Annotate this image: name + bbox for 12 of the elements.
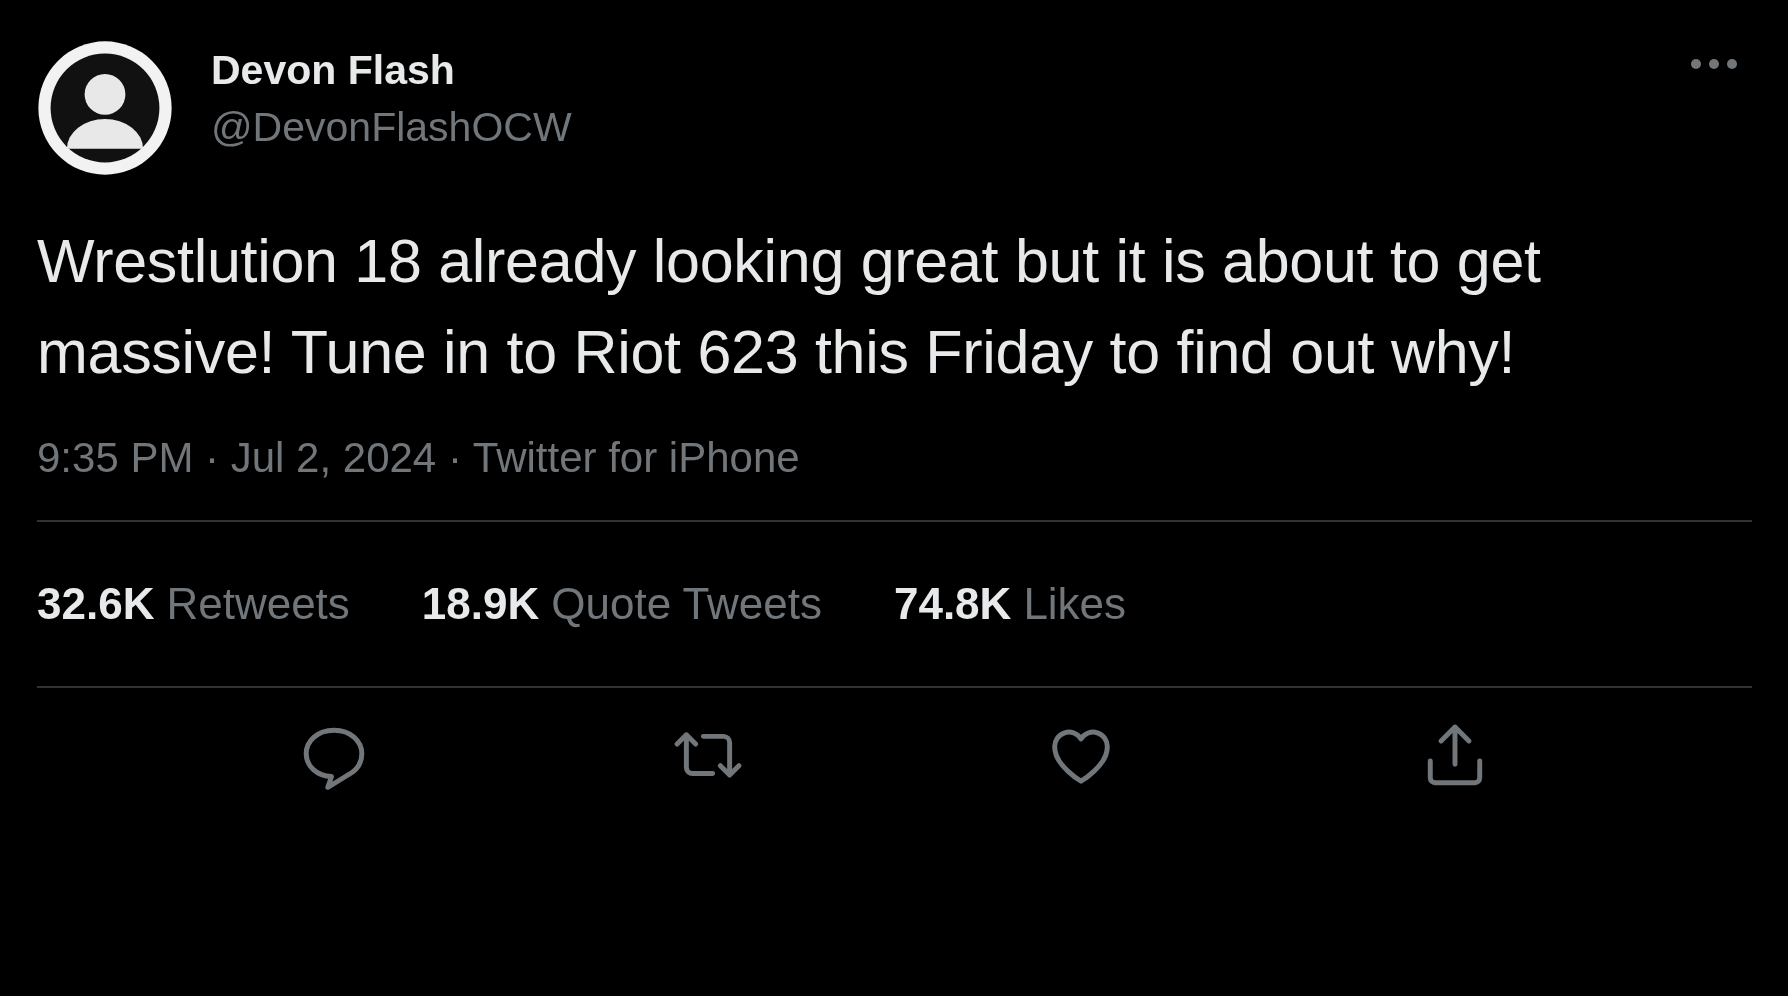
stat-label[interactable]: Quote Tweets bbox=[551, 579, 822, 628]
username[interactable]: @DevonFlashOCW bbox=[211, 104, 572, 151]
stat-count[interactable]: 18.9K bbox=[421, 579, 540, 628]
tweet-timestamp: 9:35 PM · Jul 2, 2024 · Twitter for iPhone bbox=[37, 434, 801, 482]
more-icon[interactable] bbox=[1690, 58, 1738, 70]
stat-count[interactable]: 74.8K bbox=[893, 579, 1012, 628]
stat-count[interactable]: 32.6K bbox=[37, 579, 155, 628]
tweet-text: Wrestlution 18 already looking great but it is about to get massive! Tune in to Riot 623 this Friday to find out why! bbox=[37, 226, 1542, 388]
display-name[interactable]: Devon Flash bbox=[211, 47, 572, 94]
stat-label[interactable]: Retweets bbox=[166, 579, 350, 628]
avatar[interactable] bbox=[37, 40, 173, 176]
stat-label[interactable]: Likes bbox=[1023, 579, 1127, 628]
